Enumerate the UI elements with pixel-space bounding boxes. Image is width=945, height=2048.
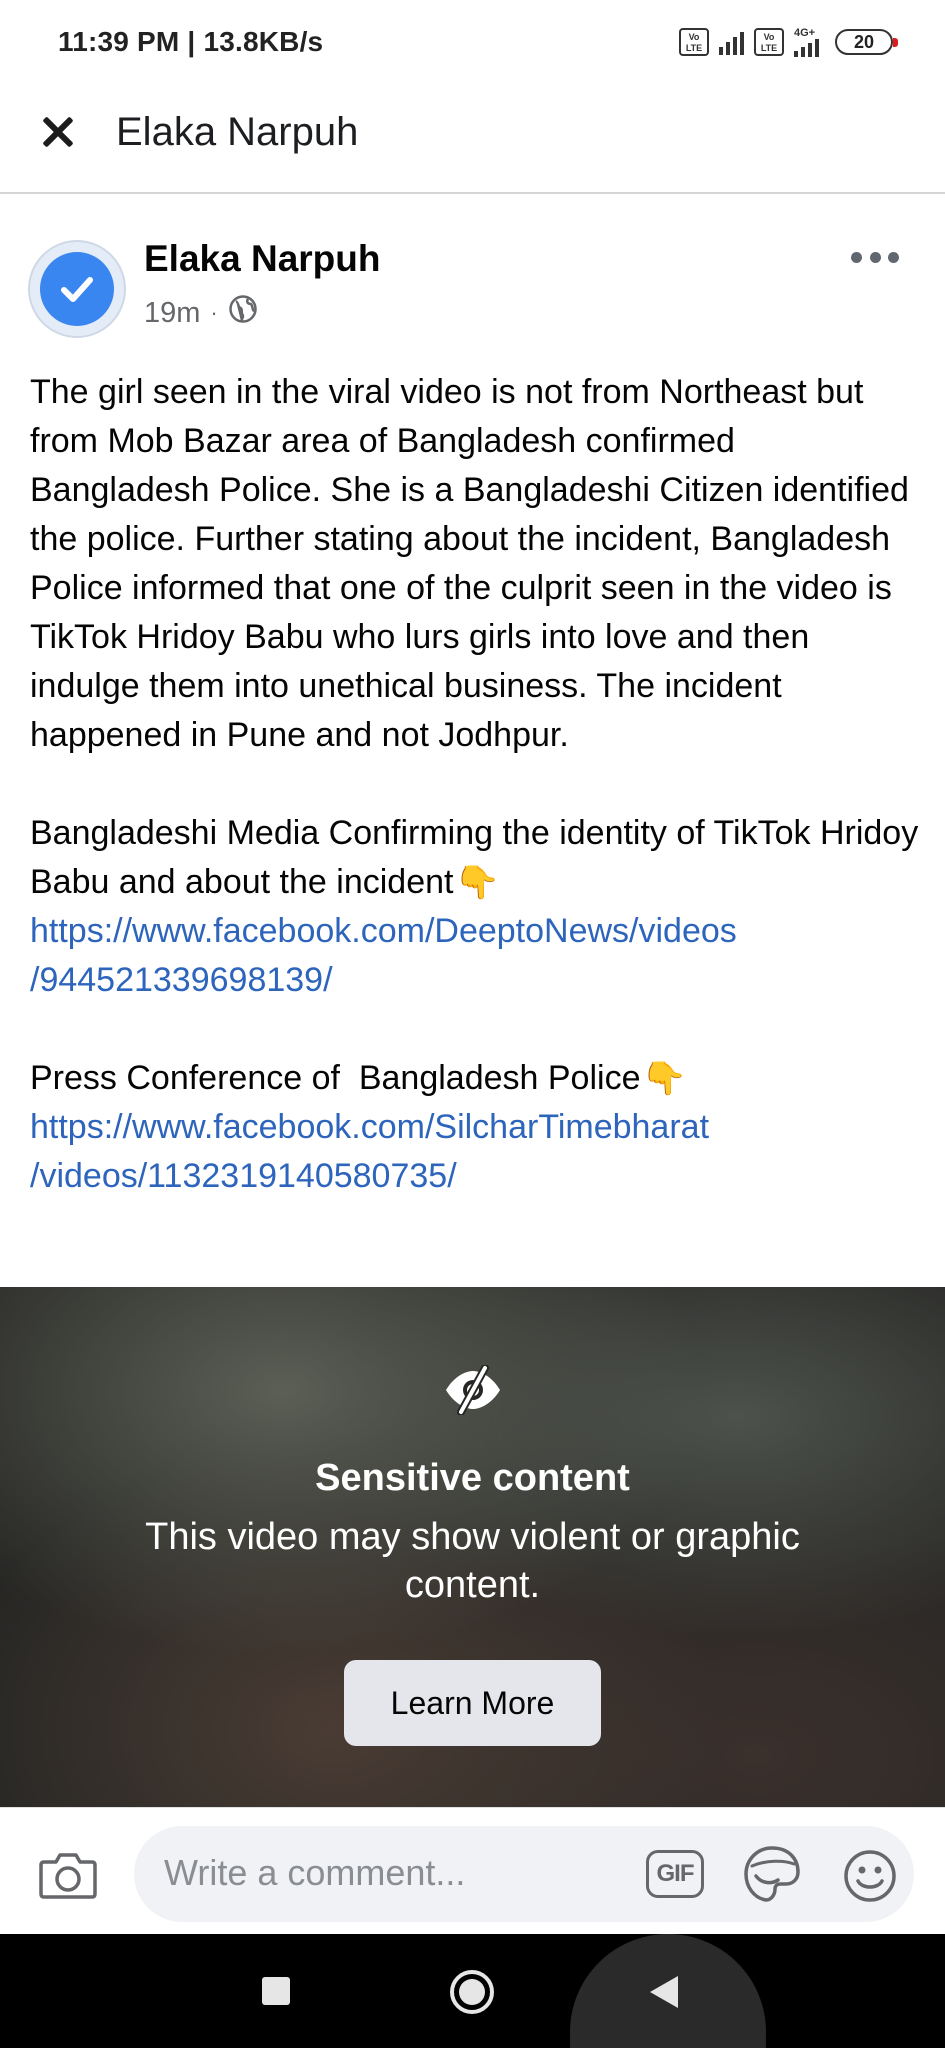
header-title: Elaka Narpuh [116,110,359,154]
verified-check-icon [40,252,114,326]
pointing-down-emoji-icon: 👇 [453,864,502,900]
home-icon[interactable] [450,1970,494,2014]
eye-off-icon [443,1364,503,1416]
comment-placeholder: Write a comment... [164,1852,466,1893]
post-paragraph-3: Press Conference of Bangladesh Police👇 [30,1054,920,1103]
silchar-timebharat-link[interactable]: https://www.facebook.com/SilcharTimebhar… [30,1103,920,1201]
recent-apps-icon[interactable] [262,1977,290,2005]
battery-level: 20 [853,31,875,52]
battery-icon: 20 [835,29,898,55]
link-1-line-1: https://www.facebook.com/DeeptoNews/vide… [30,912,737,950]
status-icons: Vo LTE Vo LTE 4G+ 20 [679,22,898,62]
link-2-line-2: /videos/1132319140580735/ [30,1157,457,1195]
emoji-icon[interactable] [842,1848,898,1904]
link-1-line-2: /944521339698139/ [30,961,333,999]
pointing-down-emoji-icon-2: 👇 [640,1060,689,1096]
facebook-post-screen: 11:39 PM | 13.8KB/s Vo LTE Vo LTE 4G+ 20 E… [0,0,945,2048]
volte-icon: Vo LTE [679,28,709,56]
sensitive-title: Sensitive content [315,1457,630,1499]
meta-separator: · [210,300,218,325]
post-body: The girl seen in the viral video is not … [30,368,920,1201]
volte-icon-2: Vo LTE [754,28,784,56]
post-author[interactable]: Elaka Narpuh [144,238,380,280]
comment-bar: Write a comment... GIF [0,1807,945,1934]
status-bar: 11:39 PM | 13.8KB/s Vo LTE Vo LTE 4G+ 20 [0,0,945,88]
post-meta: 19m · [144,294,258,332]
sensitive-video-cover[interactable]: Sensitive content This video may show vi… [0,1287,945,1807]
close-icon[interactable] [36,110,80,154]
link-2-line-1: https://www.facebook.com/SilcharTimebhar… [30,1108,710,1146]
post-paragraph-2: Bangladeshi Media Confirming the identit… [30,809,920,907]
back-icon[interactable] [650,1976,678,2008]
post-time[interactable]: 19m [144,297,200,330]
paragraph-3-text: Press Conference of Bangladesh Police [30,1059,641,1097]
network-type-label: 4G+ [794,26,816,39]
more-options-icon[interactable] [851,246,899,268]
learn-more-button[interactable]: Learn More [344,1660,601,1746]
system-nav-bar [0,1934,945,2048]
network-signal: 4G+ [794,26,819,57]
top-header: Elaka Narpuh [0,88,945,194]
deepto-news-link[interactable]: https://www.facebook.com/DeeptoNews/vide… [30,907,920,1005]
signal-strength-icon [719,29,744,55]
camera-icon[interactable] [38,1850,98,1900]
avatar[interactable] [28,240,126,338]
status-time: 11:39 PM | 13.8KB/s [58,26,324,57]
globe-icon [228,294,258,332]
gif-icon[interactable]: GIF [646,1850,704,1898]
signal-strength-icon-2 [794,38,819,57]
sensitive-description: This video may show violent or graphic c… [145,1516,800,1606]
sticker-icon[interactable] [742,1844,802,1904]
post-paragraph-1: The girl seen in the viral video is not … [30,373,909,754]
comment-input[interactable]: Write a comment... GIF [134,1826,914,1922]
